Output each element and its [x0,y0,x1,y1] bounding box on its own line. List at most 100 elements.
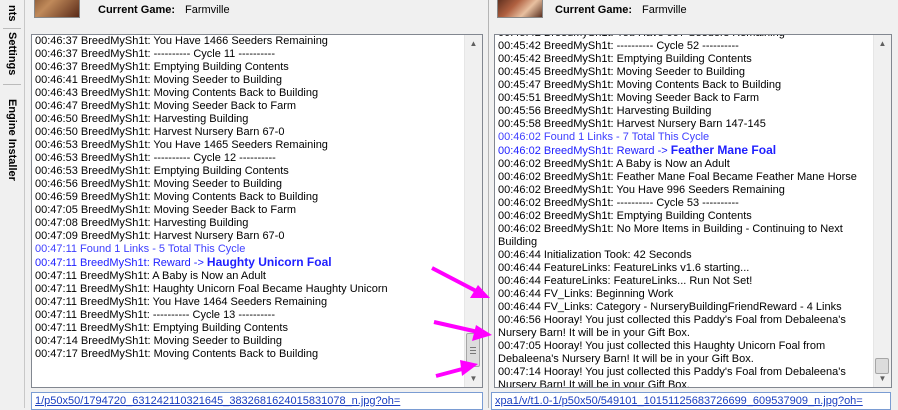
log-line: 00:46:44 FV_Links: Category - NurseryBui… [498,301,872,314]
log-line: 00:46:02 BreedMySh1t: ---------- Cycle 5… [498,197,872,210]
log-line-text: 00:46:44 FeatureLinks: FeatureLinks... R… [498,275,753,287]
arrow-up-icon: ▲ [469,39,478,48]
log-line: 00:46:56 BreedMySh1t: Moving Seeder to B… [35,178,463,191]
log-line-text: 00:46:02 BreedMySh1t: Reward -> [498,145,671,157]
vertical-scrollbar[interactable]: ▲ ▼ [464,35,482,387]
log-line: 00:46:44 Initialization Took: 42 Seconds [498,249,872,262]
log-line-text: 00:46:44 Initialization Took: 42 Seconds [498,249,692,261]
log-line-text: 00:45:42 BreedMySh1t: ---------- Cycle 5… [498,40,739,52]
log-line: 00:46:44 FV_Links: Beginning Work [498,288,872,301]
log-line: 00:47:17 BreedMySh1t: Moving Contents Ba… [35,348,463,361]
tab-engine-installer-label: Engine Installer [6,99,18,181]
log-line: 00:46:02 BreedMySh1t: Emptying Building … [498,210,872,223]
arrow-up-icon: ▲ [878,39,887,48]
log-line: 00:47:11 BreedMySh1t: Haughty Unicorn Fo… [35,283,463,296]
log-textbox[interactable]: 00:45:42 BreedMySh1t: You Have 997 Seede… [494,34,892,388]
log-line: 00:46:02 BreedMySh1t: You Have 996 Seede… [498,184,872,197]
log-line-text: 00:47:11 BreedMySh1t: ---------- Cycle 1… [35,309,275,321]
log-line-text: 00:46:02 BreedMySh1t: Emptying Building … [498,210,752,222]
log-line: 00:45:51 BreedMySh1t: Moving Seeder Back… [498,92,872,105]
log-line-text: 00:46:02 BreedMySh1t: ---------- Cycle 5… [498,197,739,209]
log-line: 00:46:02 BreedMySh1t: Feather Mane Foal … [498,171,872,184]
log-line-text: 00:47:11 BreedMySh1t: Reward -> [35,257,207,269]
log-line-text: 00:45:51 BreedMySh1t: Moving Seeder Back… [498,92,760,104]
log-line: 00:47:09 BreedMySh1t: Harvest Nursery Ba… [35,230,463,243]
url-link[interactable]: 1/p50x50/1794720_631242110321645_3832681… [35,395,400,407]
log-line-text: 00:47:11 BreedMySh1t: A Baby is Now an A… [35,270,266,282]
log-line-text: 00:47:17 BreedMySh1t: Moving Contents Ba… [35,348,319,360]
log-line-text: 00:46:02 BreedMySh1t: You Have 996 Seede… [498,184,785,196]
log-line: 00:47:14 BreedMySh1t: Moving Seeder to B… [35,335,463,348]
log-line-text: 00:46:37 BreedMySh1t: You Have 1466 Seed… [35,35,328,47]
scroll-down-button[interactable]: ▼ [874,370,891,387]
avatar [34,0,80,18]
log-line-text: 00:47:05 Hooray! You just collected this… [498,340,826,365]
log-line-text: 00:46:56 BreedMySh1t: Moving Seeder to B… [35,178,283,190]
log-line: 00:45:42 BreedMySh1t: ---------- Cycle 5… [498,40,872,53]
log-line-text: 00:46:02 BreedMySh1t: A Baby is Now an A… [498,158,730,170]
log-lines: 00:45:42 BreedMySh1t: You Have 997 Seede… [498,35,872,388]
log-line-text: 00:46:53 BreedMySh1t: You Have 1465 Seed… [35,139,328,151]
log-line-text: 00:45:42 BreedMySh1t: Emptying Building … [498,53,752,65]
log-line: 00:46:53 BreedMySh1t: ---------- Cycle 1… [35,152,463,165]
log-line-text: 00:47:14 Hooray! You just collected this… [498,366,846,388]
log-line: 00:47:11 BreedMySh1t: You Have 1464 Seed… [35,296,463,309]
log-line: 00:47:05 BreedMySh1t: Moving Seeder Back… [35,204,463,217]
log-line-text: 00:45:42 BreedMySh1t: You Have 997 Seede… [498,35,785,39]
log-line: 00:45:42 BreedMySh1t: Emptying Building … [498,53,872,66]
log-line-text: 00:46:41 BreedMySh1t: Moving Seeder to B… [35,74,283,86]
tab-engine-installer[interactable]: Engine Installer [3,84,21,195]
log-line-text: 00:46:37 BreedMySh1t: ---------- Cycle 1… [35,48,275,60]
log-line-text: 00:46:59 BreedMySh1t: Moving Contents Ba… [35,191,319,203]
log-line-text: 00:46:02 BreedMySh1t: Feather Mane Foal … [498,171,857,183]
log-line: 00:45:56 BreedMySh1t: Harvesting Buildin… [498,105,872,118]
log-line-text: 00:46:44 FV_Links: Category - NurseryBui… [498,301,842,313]
tab-settings-label: Settings [6,32,18,76]
url-link[interactable]: xpa1/v/t1.0-1/p50x50/549101_101511256837… [495,395,863,407]
log-line-text: 00:46:47 BreedMySh1t: Moving Seeder Back… [35,100,297,112]
current-game-label: Current Game: [98,4,176,16]
log-line: 00:46:47 BreedMySh1t: Moving Seeder Back… [35,100,463,113]
log-line: 00:46:50 BreedMySh1t: Harvest Nursery Ba… [35,126,463,139]
log-line-text: 00:46:02 BreedMySh1t: No More Items in B… [498,223,843,248]
log-textbox[interactable]: 00:46:37 BreedMySh1t: You Have 1466 Seed… [31,34,483,388]
log-line: 00:46:43 BreedMySh1t: Moving Contents Ba… [35,87,463,100]
account-panel-right: Current Game: Farmville 00:45:42 BreedMy… [488,0,898,410]
log-line-text: 00:46:02 Found 1 Links - 7 Total This Cy… [498,131,710,143]
url-field[interactable]: 1/p50x50/1794720_631242110321645_3832681… [31,392,483,410]
log-line: 00:46:37 BreedMySh1t: Emptying Building … [35,61,463,74]
log-line: 00:47:14 Hooray! You just collected this… [498,366,872,388]
log-line: 00:46:02 BreedMySh1t: No More Items in B… [498,223,872,249]
vertical-scrollbar[interactable]: ▲ ▼ [873,35,891,387]
log-line: 00:46:02 BreedMySh1t: A Baby is Now an A… [498,158,872,171]
log-line-text: 00:47:05 BreedMySh1t: Moving Seeder Back… [35,204,297,216]
log-line-text: 00:47:11 Found 1 Links - 5 Total This Cy… [35,243,246,255]
log-line: 00:47:08 BreedMySh1t: Harvesting Buildin… [35,217,463,230]
log-line-text: 00:46:53 BreedMySh1t: Emptying Building … [35,165,289,177]
log-line-text: 00:46:44 FV_Links: Beginning Work [498,288,674,300]
log-line-text: 00:46:50 BreedMySh1t: Harvest Nursery Ba… [35,126,285,138]
tab-events[interactable]: nts [3,0,21,26]
log-line: 00:46:44 FeatureLinks: FeatureLinks... R… [498,275,872,288]
scroll-up-button[interactable]: ▲ [465,35,482,52]
log-line: 00:46:56 Hooray! You just collected this… [498,314,872,340]
grip-line [470,347,476,348]
log-line-text: 00:47:11 BreedMySh1t: Emptying Building … [35,322,288,334]
log-line: 00:47:11 BreedMySh1t: ---------- Cycle 1… [35,309,463,322]
scroll-up-button[interactable]: ▲ [874,35,891,52]
scroll-down-button[interactable]: ▼ [465,370,482,387]
reward-item-name: Feather Mane Foal [670,143,777,157]
url-field[interactable]: xpa1/v/t1.0-1/p50x50/549101_101511256837… [491,392,891,410]
log-line-text: 00:46:43 BreedMySh1t: Moving Contents Ba… [35,87,319,99]
log-line: 00:45:58 BreedMySh1t: Harvest Nursery Ba… [498,118,872,131]
scrollbar-thumb[interactable] [466,333,480,367]
log-line-text: 00:47:09 BreedMySh1t: Harvest Nursery Ba… [35,230,285,242]
tab-settings[interactable]: Settings [3,28,21,79]
log-line: 00:46:41 BreedMySh1t: Moving Seeder to B… [35,74,463,87]
log-line-text: 00:47:11 BreedMySh1t: Haughty Unicorn Fo… [35,283,388,295]
log-line: 00:46:53 BreedMySh1t: Emptying Building … [35,165,463,178]
log-line-text: 00:46:37 BreedMySh1t: Emptying Building … [35,61,289,73]
log-line-text: 00:47:08 BreedMySh1t: Harvesting Buildin… [35,217,249,229]
log-line: 00:45:45 BreedMySh1t: Moving Seeder to B… [498,66,872,79]
arrow-down-icon: ▼ [878,374,887,383]
